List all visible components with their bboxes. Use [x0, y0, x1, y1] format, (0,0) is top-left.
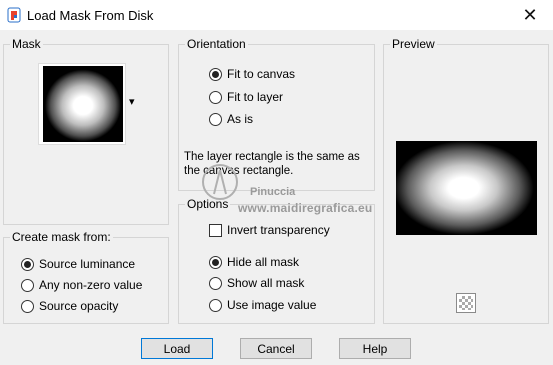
mask-group-label: Mask	[10, 37, 43, 51]
watermark-url: www.maidiregrafica.eu	[238, 201, 373, 215]
create-mask-group-label: Create mask from:	[10, 230, 113, 244]
window-title: Load Mask From Disk	[27, 8, 154, 23]
radio-button[interactable]	[21, 257, 34, 271]
radio-use-image-value[interactable]: Use image value	[209, 297, 316, 313]
radio-button[interactable]	[209, 298, 222, 312]
checkbox-label: Invert transparency	[227, 223, 330, 237]
radio-button[interactable]	[209, 67, 222, 81]
radio-label: Fit to canvas	[227, 67, 296, 81]
help-button[interactable]: Help	[339, 338, 411, 359]
watermark-logo-icon	[202, 164, 238, 200]
preview-image	[396, 141, 537, 235]
radio-label: Show all mask	[227, 276, 305, 290]
radio-label: Use image value	[227, 298, 317, 312]
radio-source-opacity[interactable]: Source opacity	[21, 298, 118, 314]
checkbox[interactable]	[209, 223, 222, 237]
transparency-toggle-checker-icon[interactable]	[456, 293, 476, 313]
radio-fit-to-canvas[interactable]: Fit to canvas	[209, 66, 295, 82]
radio-label: Any non-zero value	[39, 278, 143, 292]
paintshop-app-icon	[7, 7, 21, 23]
mask-thumbnail[interactable]	[38, 63, 126, 145]
radio-fit-to-layer[interactable]: Fit to layer	[209, 89, 283, 105]
radio-show-all-mask[interactable]: Show all mask	[209, 275, 304, 291]
radio-as-is[interactable]: As is	[209, 111, 253, 127]
radio-source-luminance[interactable]: Source luminance	[21, 256, 135, 272]
watermark-name: Pinuccia	[250, 186, 296, 198]
mask-dropdown-arrow-icon[interactable]: ▾	[129, 95, 135, 108]
radio-label: Fit to layer	[227, 90, 284, 104]
radio-button[interactable]	[209, 255, 222, 269]
radio-button[interactable]	[21, 278, 34, 292]
title-bar: Load Mask From Disk ✕	[0, 0, 553, 30]
close-icon: ✕	[522, 4, 538, 25]
orientation-group-label: Orientation	[185, 37, 248, 51]
radio-label: Source luminance	[39, 257, 136, 271]
radio-any-non-zero[interactable]: Any non-zero value	[21, 277, 142, 293]
radio-hide-all-mask[interactable]: Hide all mask	[209, 254, 299, 270]
radio-button[interactable]	[209, 276, 222, 290]
cancel-button[interactable]: Cancel	[240, 338, 312, 359]
radio-button[interactable]	[21, 299, 34, 313]
radio-label: As is	[227, 112, 254, 126]
radio-label: Hide all mask	[227, 255, 300, 269]
preview-group-label: Preview	[390, 37, 437, 51]
radio-label: Source opacity	[39, 299, 119, 313]
close-button[interactable]: ✕	[507, 0, 553, 30]
checkbox-invert-transparency[interactable]: Invert transparency	[209, 222, 330, 238]
radio-button[interactable]	[209, 112, 222, 126]
radio-button[interactable]	[209, 90, 222, 104]
load-button[interactable]: Load	[141, 338, 213, 359]
